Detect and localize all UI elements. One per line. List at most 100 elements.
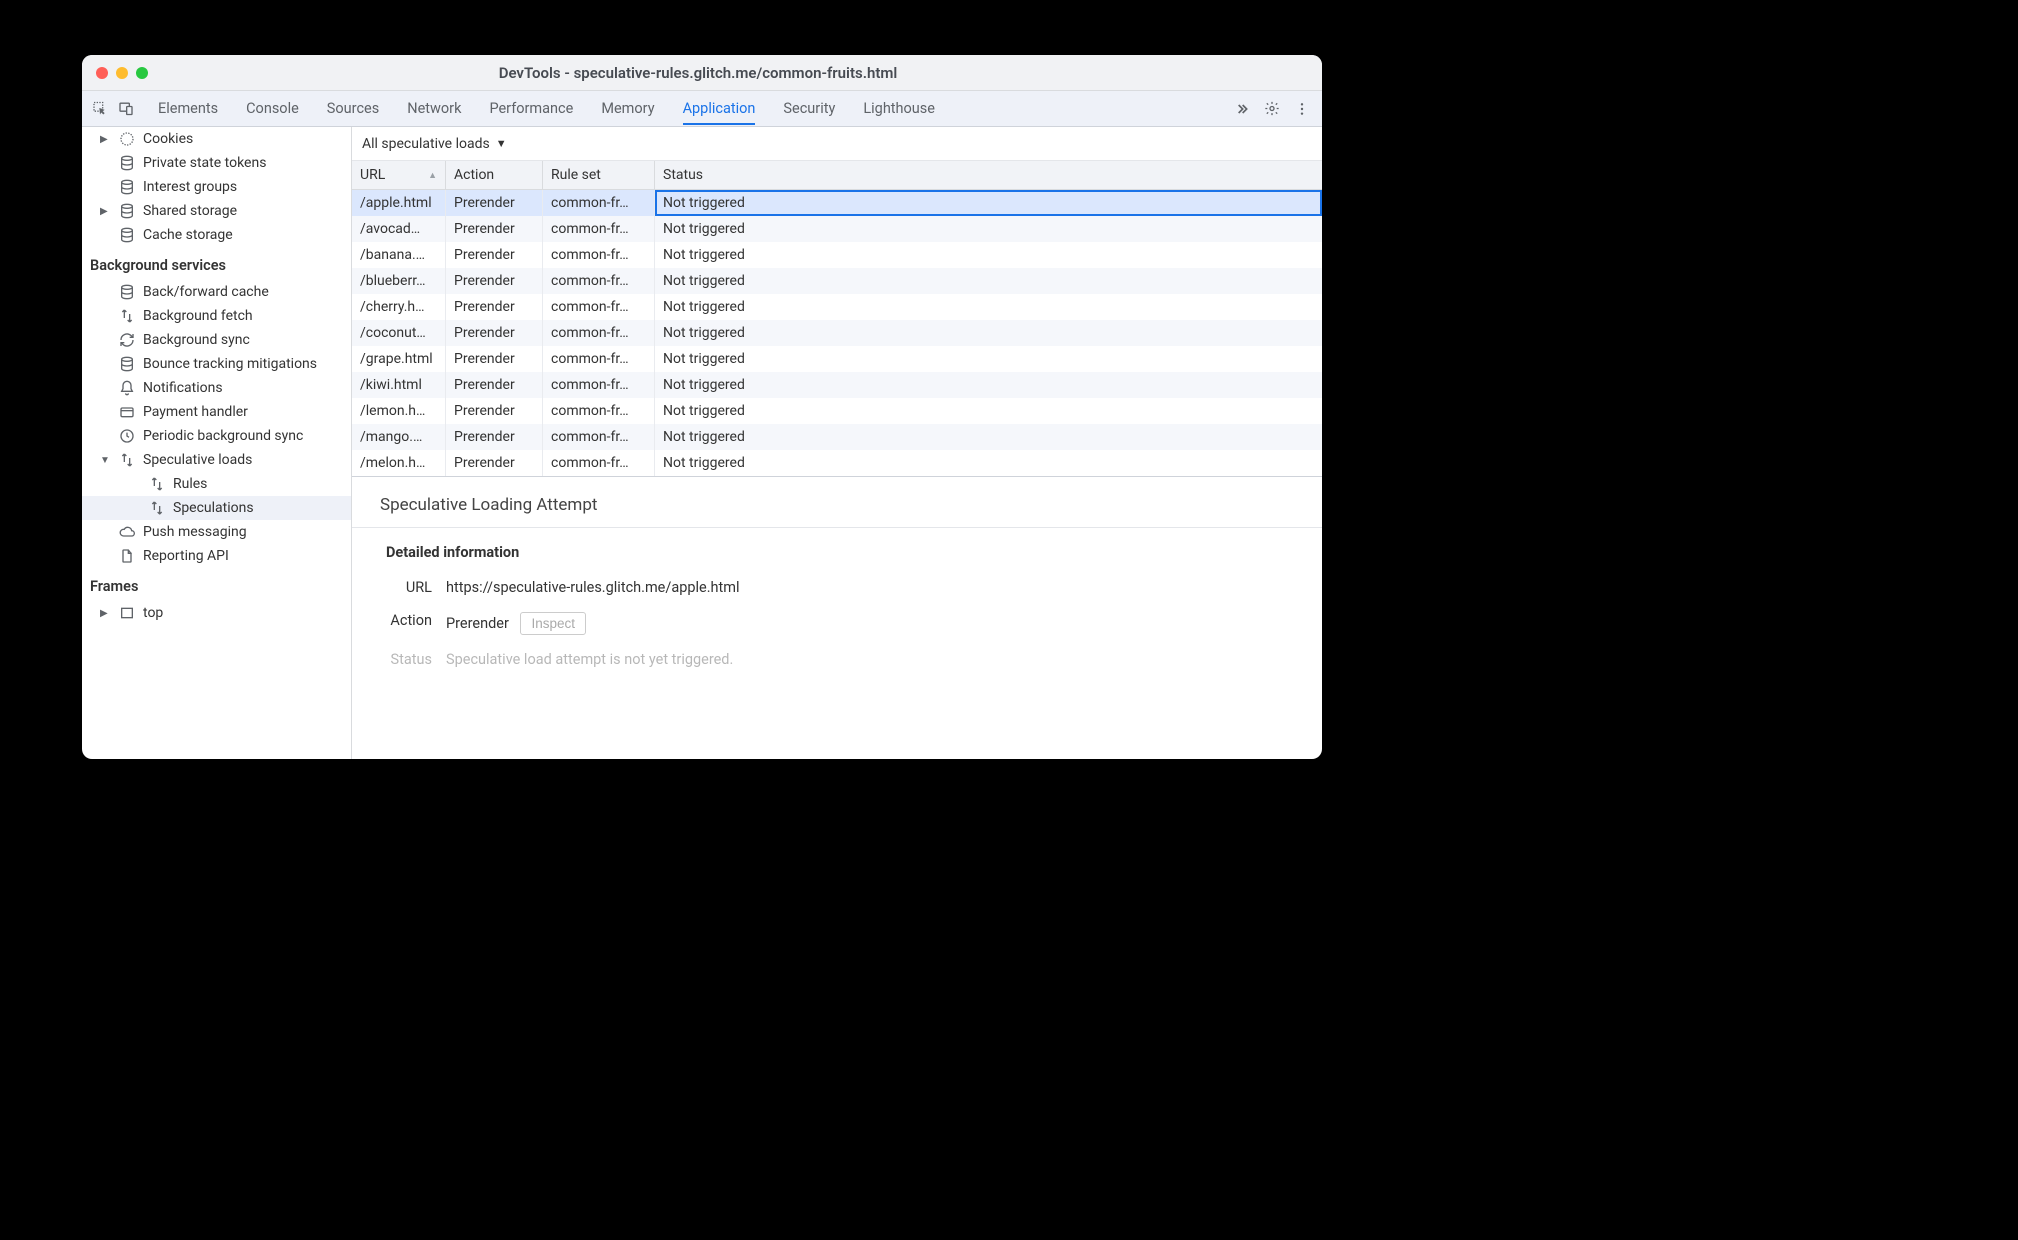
- sidebar-item-interest-groups[interactable]: Interest groups: [82, 175, 351, 199]
- sidebar-item-reporting-api[interactable]: Reporting API: [82, 544, 351, 568]
- gear-icon[interactable]: [1264, 101, 1280, 117]
- card-icon: [119, 404, 135, 420]
- sidebar-item-speculative-loads[interactable]: ▼Speculative loads: [82, 448, 351, 472]
- fetch-icon: [119, 308, 135, 324]
- table-row[interactable]: /banana.…Prerendercommon-fr…Not triggere…: [352, 242, 1322, 268]
- tab-elements[interactable]: Elements: [158, 92, 218, 125]
- sidebar: ▶ Cookies Private state tokens Interest gro…: [82, 127, 352, 759]
- sidebar-item-bounce-tracking-mitigations[interactable]: Bounce tracking mitigations: [82, 352, 351, 376]
- url-value: https://speculative-rules.glitch.me/appl…: [446, 579, 740, 596]
- cell-action: Prerender: [446, 320, 543, 346]
- col-rule-set[interactable]: Rule set: [543, 161, 655, 189]
- more-tabs-icon[interactable]: [1234, 101, 1250, 117]
- sidebar-item-payment-handler[interactable]: Payment handler: [82, 400, 351, 424]
- tab-lighthouse[interactable]: Lighthouse: [863, 92, 935, 125]
- file-icon: [119, 548, 135, 564]
- cell-url: /banana.…: [352, 242, 446, 268]
- sidebar-item-shared-storage[interactable]: ▶Shared storage: [82, 199, 351, 223]
- cell-url: /melon.h…: [352, 450, 446, 476]
- table-row[interactable]: /apple.htmlPrerendercommon-fr…Not trigge…: [352, 190, 1322, 216]
- sidebar-item-background-sync[interactable]: Background sync: [82, 328, 351, 352]
- cloud-icon: [119, 524, 135, 540]
- tab-network[interactable]: Network: [407, 92, 461, 125]
- sidebar-item-label: Periodic background sync: [143, 428, 303, 444]
- sort-asc-icon: ▲: [428, 170, 437, 181]
- table-row[interactable]: /kiwi.htmlPrerendercommon-fr…Not trigger…: [352, 372, 1322, 398]
- sidebar-item-top[interactable]: ▶ top: [82, 601, 351, 625]
- fetch-icon: [149, 500, 165, 516]
- tab-memory[interactable]: Memory: [601, 92, 654, 125]
- cell-url: /grape.html: [352, 346, 446, 372]
- db-icon: [119, 155, 135, 171]
- table-row[interactable]: /melon.h…Prerendercommon-fr…Not triggere…: [352, 450, 1322, 476]
- device-toggle-icon[interactable]: [118, 101, 134, 117]
- db-icon: [119, 179, 135, 195]
- table-row[interactable]: /mango.…Prerendercommon-fr…Not triggered: [352, 424, 1322, 450]
- sidebar-item-periodic-background-sync[interactable]: Periodic background sync: [82, 424, 351, 448]
- tab-performance[interactable]: Performance: [489, 92, 573, 125]
- sidebar-item-rules[interactable]: Rules: [82, 472, 351, 496]
- table-row[interactable]: /cherry.h…Prerendercommon-fr…Not trigger…: [352, 294, 1322, 320]
- cell-status: Not triggered: [655, 320, 1322, 346]
- filter-dropdown[interactable]: All speculative loads ▼: [352, 127, 1322, 161]
- cell-url: /apple.html: [352, 190, 446, 216]
- sidebar-item-cookies[interactable]: ▶ Cookies: [82, 127, 351, 151]
- sidebar-item-cache-storage[interactable]: Cache storage: [82, 223, 351, 247]
- table-row[interactable]: /avocad…Prerendercommon-fr…Not triggered: [352, 216, 1322, 242]
- cell-rule: common-fr…: [543, 294, 655, 320]
- status-key: Status: [374, 651, 432, 668]
- cell-action: Prerender: [446, 190, 543, 216]
- chevron-down-icon: ▼: [496, 137, 507, 150]
- table-row[interactable]: /grape.htmlPrerendercommon-fr…Not trigge…: [352, 346, 1322, 372]
- col-url[interactable]: URL ▲: [352, 161, 446, 189]
- sidebar-item-notifications[interactable]: Notifications: [82, 376, 351, 400]
- tabbar: Elements Console Sources Network Performance…: [82, 91, 1322, 127]
- cell-status: Not triggered: [655, 216, 1322, 242]
- details-panel: Speculative Loading Attempt Detailed inf…: [352, 477, 1322, 759]
- col-action[interactable]: Action: [446, 161, 543, 189]
- sidebar-item-label: Back/forward cache: [143, 284, 269, 300]
- cell-action: Prerender: [446, 242, 543, 268]
- expand-icon[interactable]: ▼: [100, 455, 111, 466]
- col-status[interactable]: Status: [655, 161, 1322, 189]
- cell-rule: common-fr…: [543, 398, 655, 424]
- sync-icon: [119, 332, 135, 348]
- sidebar-item-label: Push messaging: [143, 524, 247, 540]
- table-row[interactable]: /blueberr…Prerendercommon-fr…Not trigger…: [352, 268, 1322, 294]
- table-row[interactable]: /lemon.h…Prerendercommon-fr…Not triggere…: [352, 398, 1322, 424]
- cell-status: Not triggered: [655, 294, 1322, 320]
- sidebar-item-private-state-tokens[interactable]: Private state tokens: [82, 151, 351, 175]
- status-value: Speculative load attempt is not yet trig…: [446, 651, 733, 668]
- cell-action: Prerender: [446, 294, 543, 320]
- sidebar-item-label: Interest groups: [143, 179, 237, 195]
- fetch-icon: [119, 452, 135, 468]
- sidebar-item-background-fetch[interactable]: Background fetch: [82, 304, 351, 328]
- cell-action: Prerender: [446, 268, 543, 294]
- cell-status: Not triggered: [655, 268, 1322, 294]
- tab-application[interactable]: Application: [683, 92, 756, 125]
- cell-status: Not triggered: [655, 242, 1322, 268]
- titlebar: DevTools - speculative-rules.glitch.me/c…: [82, 55, 1322, 91]
- kebab-icon[interactable]: [1294, 101, 1310, 117]
- url-key: URL: [374, 579, 432, 596]
- expand-icon[interactable]: ▶: [100, 134, 111, 145]
- cell-url: /mango.…: [352, 424, 446, 450]
- sidebar-item-speculations[interactable]: Speculations: [82, 496, 351, 520]
- cell-action: Prerender: [446, 450, 543, 476]
- cell-rule: common-fr…: [543, 320, 655, 346]
- table-row[interactable]: /coconut…Prerendercommon-fr…Not triggere…: [352, 320, 1322, 346]
- sidebar-item-push-messaging[interactable]: Push messaging: [82, 520, 351, 544]
- sidebar-item-label: top: [143, 605, 163, 621]
- action-value-text: Prerender: [446, 615, 509, 632]
- tab-console[interactable]: Console: [246, 92, 299, 125]
- expand-icon[interactable]: ▶: [100, 608, 111, 619]
- tab-security[interactable]: Security: [783, 92, 835, 125]
- sidebar-item-back-forward-cache[interactable]: Back/forward cache: [82, 280, 351, 304]
- cell-url: /lemon.h…: [352, 398, 446, 424]
- sidebar-item-label: Cookies: [143, 131, 193, 147]
- expand-icon[interactable]: ▶: [100, 206, 111, 217]
- inspect-element-icon[interactable]: [92, 101, 108, 117]
- tab-sources[interactable]: Sources: [327, 92, 379, 125]
- inspect-button[interactable]: Inspect: [520, 612, 586, 635]
- main-panel: All speculative loads ▼ URL ▲ActionRule …: [352, 127, 1322, 759]
